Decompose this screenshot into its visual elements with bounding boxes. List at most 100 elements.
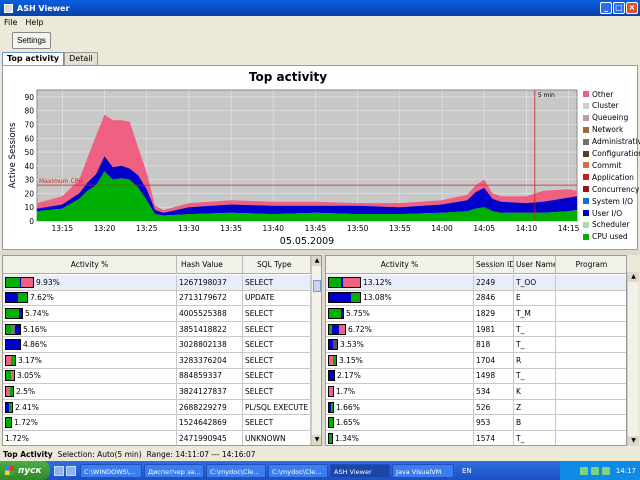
activity-bar bbox=[328, 432, 333, 444]
hash-value-cell: 884859337 bbox=[177, 368, 243, 384]
legend-swatch bbox=[583, 210, 589, 216]
activity-percent: 9.93% bbox=[36, 277, 60, 287]
table-row[interactable]: 1.72% 2471990945 UNKNOWN bbox=[3, 430, 311, 445]
language-indicator[interactable]: EN bbox=[462, 467, 472, 475]
activity-cell: 5.74% bbox=[3, 306, 177, 321]
scroll-up-icon[interactable]: ▲ bbox=[312, 256, 321, 266]
tray-icon[interactable] bbox=[601, 466, 610, 475]
scroll-up-icon[interactable]: ▲ bbox=[628, 272, 639, 282]
maximize-button[interactable]: □ bbox=[613, 2, 625, 14]
legend-label: User I/O bbox=[592, 208, 623, 218]
sql-type-cell: SELECT bbox=[243, 415, 311, 430]
table-row[interactable]: 1.34% 1574 T_ bbox=[326, 430, 626, 445]
sql-type-cell: PL/SQL EXECUTE bbox=[243, 399, 311, 415]
sql-table[interactable]: Activity % Hash Value SQL Type 9.93% 1267… bbox=[2, 255, 322, 446]
table-row[interactable]: 9.93% 1267198037 SELECT bbox=[3, 275, 311, 291]
table-row[interactable]: 3.17% 3283376204 SELECT bbox=[3, 352, 311, 369]
legend-item: Commit bbox=[581, 160, 621, 170]
col-activity[interactable]: Activity % bbox=[3, 256, 177, 274]
activity-bar-segment bbox=[341, 308, 343, 318]
table-row[interactable]: 13.08% 2846 E bbox=[326, 290, 626, 307]
desktop-icon[interactable] bbox=[54, 465, 64, 476]
x-tick-label: 14:00 bbox=[431, 224, 453, 233]
x-tick-label: 13:35 bbox=[220, 224, 242, 233]
sql-table-scrollbar[interactable]: ▲ ▼ bbox=[311, 256, 321, 445]
tab-detail[interactable]: Detail bbox=[64, 52, 98, 65]
col-user-name[interactable]: User Name bbox=[514, 256, 556, 274]
settings-button[interactable]: Settings bbox=[12, 32, 51, 49]
table-row[interactable]: 3.05% 884859337 SELECT bbox=[3, 368, 311, 385]
activity-bar-segment bbox=[6, 277, 20, 287]
taskbar-task[interactable]: Java VisualVM bbox=[392, 463, 454, 478]
program-cell bbox=[556, 353, 626, 368]
table-row[interactable]: 1.66% 526 Z bbox=[326, 399, 626, 416]
program-cell bbox=[556, 369, 626, 384]
menu-help[interactable]: Help bbox=[25, 18, 43, 27]
table-row[interactable]: 13.12% 2249 T_OO bbox=[326, 275, 626, 291]
tray-icon[interactable] bbox=[579, 466, 588, 475]
table-row[interactable]: 5.75% 1829 T_M bbox=[326, 306, 626, 322]
program-cell bbox=[556, 322, 626, 337]
start-button[interactable]: пуск bbox=[0, 461, 50, 480]
taskbar-task[interactable]: C:\mydoc\Cle... bbox=[268, 463, 328, 478]
scroll-down-icon[interactable]: ▼ bbox=[628, 436, 639, 446]
x-tick-label: 14:10 bbox=[516, 224, 538, 233]
legend-label: Commit bbox=[592, 160, 622, 170]
col-activity[interactable]: Activity % bbox=[326, 256, 474, 274]
table-row[interactable]: 5.74% 4005525388 SELECT bbox=[3, 306, 311, 322]
col-program[interactable]: Program bbox=[556, 256, 626, 274]
table-row[interactable]: 1.7% 534 K bbox=[326, 384, 626, 400]
table-row[interactable]: 7.62% 2713179672 UPDATE bbox=[3, 290, 311, 307]
table-row[interactable]: 5.16% 3851418822 SELECT bbox=[3, 321, 311, 338]
y-tick-label: 80 bbox=[24, 107, 34, 116]
activity-bar-segment bbox=[333, 355, 336, 365]
scroll-thumb[interactable] bbox=[313, 280, 321, 292]
y-tick-label: 0 bbox=[29, 217, 34, 226]
chart-canvas[interactable]: Top activity 0 10 20 30 40 50 60 70 80 90 13:15 13:2… bbox=[3, 66, 579, 251]
top-activity-chart[interactable]: Top activity 0 10 20 30 40 50 60 70 80 90 13:15 13:2… bbox=[2, 65, 640, 251]
legend-swatch bbox=[583, 162, 589, 169]
table-row[interactable]: 3.53% 818 T_ bbox=[326, 337, 626, 353]
table-row[interactable]: 6.72% 1981 T_ bbox=[326, 321, 626, 338]
activity-cell: 5.75% bbox=[326, 306, 474, 321]
activity-bar-segment bbox=[331, 402, 333, 412]
col-hash-value[interactable]: Hash Value bbox=[177, 256, 243, 274]
close-button[interactable]: × bbox=[626, 2, 638, 14]
table-row[interactable]: 4.86% 3028802138 SELECT bbox=[3, 337, 311, 353]
tray-icon[interactable] bbox=[590, 466, 599, 475]
taskbar-task[interactable]: C:\WINDOWS\... bbox=[80, 463, 142, 478]
activity-bar-segment bbox=[351, 293, 360, 303]
user-name-cell: T_ bbox=[514, 337, 556, 352]
table-row[interactable]: 1.65% 953 B bbox=[326, 415, 626, 431]
table-row[interactable]: 2.17% 1498 T_ bbox=[326, 368, 626, 385]
minimize-button[interactable]: _ bbox=[600, 2, 612, 14]
col-sql-type[interactable]: SQL Type bbox=[243, 256, 311, 274]
col-session-id[interactable]: Session ID bbox=[474, 256, 514, 274]
activity-cell: 5.16% bbox=[3, 321, 177, 337]
activity-bar-segment bbox=[6, 418, 11, 428]
activity-bar bbox=[328, 354, 337, 366]
x-tick-label: 13:45 bbox=[305, 224, 327, 233]
table-row[interactable]: 2.5% 3824127837 SELECT bbox=[3, 384, 311, 400]
session-table[interactable]: Activity % Session ID User Name Program … bbox=[325, 255, 627, 446]
activity-bar-segment bbox=[329, 308, 341, 318]
x-tick-label: 14:05 bbox=[473, 224, 495, 233]
legend-label: Cluster bbox=[592, 101, 619, 111]
table-row[interactable]: 3.15% 1704 R bbox=[326, 352, 626, 369]
activity-bar bbox=[5, 323, 21, 335]
legend-swatch bbox=[583, 233, 589, 240]
browser-icon[interactable] bbox=[66, 465, 76, 476]
activity-bar-segment bbox=[339, 324, 345, 334]
session-table-scrollbar[interactable]: ▲ ▼ bbox=[627, 272, 639, 446]
activity-cell: 2.17% bbox=[326, 368, 474, 384]
taskbar-task[interactable]: Диспетчер за... bbox=[144, 463, 204, 478]
tab-top-activity[interactable]: Top activity bbox=[2, 52, 65, 65]
session-id-cell: 1498 bbox=[474, 368, 514, 384]
table-row[interactable]: 1.72% 1524642869 SELECT bbox=[3, 415, 311, 431]
menu-file[interactable]: File bbox=[4, 18, 17, 27]
taskbar-task-active[interactable]: ASH Viewer bbox=[330, 463, 390, 478]
table-row[interactable]: 2.41% 2688229279 PL/SQL EXECUTE bbox=[3, 399, 311, 416]
activity-cell: 2.5% bbox=[3, 384, 177, 399]
scroll-down-icon[interactable]: ▼ bbox=[312, 435, 321, 445]
taskbar-task[interactable]: C:\mydoc\Cle... bbox=[206, 463, 266, 478]
